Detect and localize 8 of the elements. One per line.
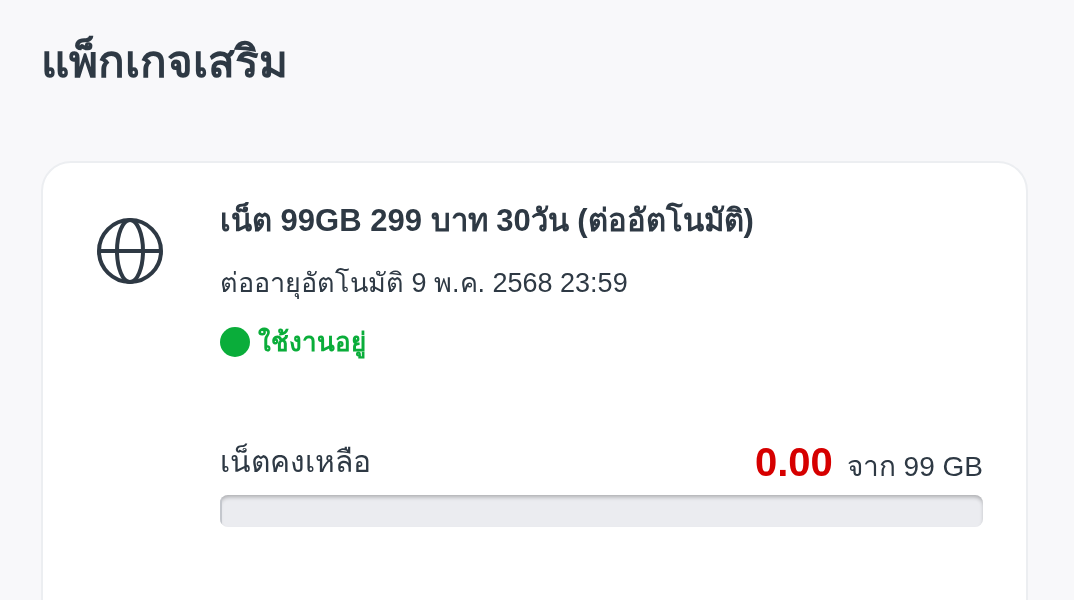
total-quota: จาก 99 GB bbox=[846, 449, 983, 484]
remaining-label: เน็ตคงเหลือ bbox=[220, 442, 371, 480]
page-title: แพ็กเกจเสริม bbox=[41, 34, 288, 88]
package-title: เน็ต 99GB 299 บาท 30วัน (ต่ออัตโนมัติ) bbox=[220, 201, 754, 240]
renewal-date: ต่ออายุอัตโนมัติ 9 พ.ค. 2568 23:59 bbox=[220, 267, 628, 301]
globe-icon bbox=[97, 218, 163, 284]
remaining-amount: 0.00 bbox=[754, 439, 833, 484]
status-label: ใช้งานอยู่ bbox=[258, 326, 366, 360]
